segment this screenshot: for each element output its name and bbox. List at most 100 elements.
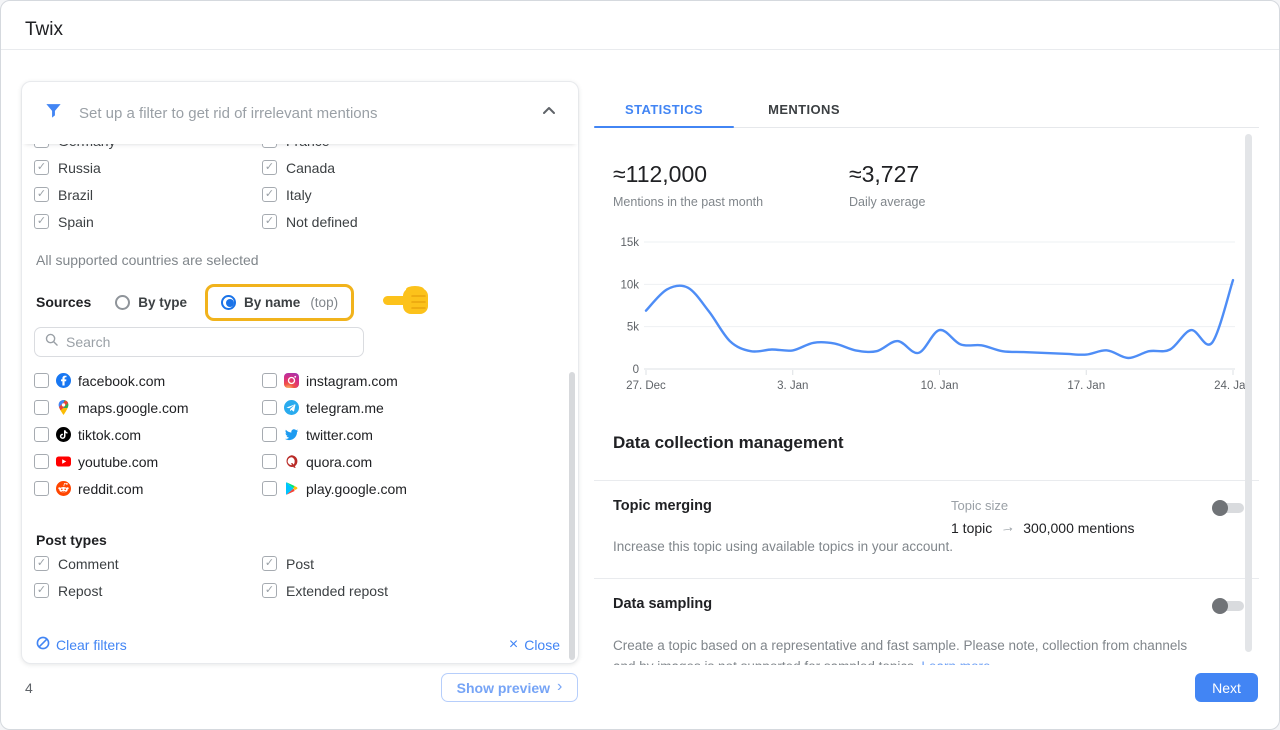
- post-type-checkbox-post[interactable]: ✓ Post: [262, 550, 566, 577]
- country-checkbox-brazil[interactable]: ✓ Brazil: [34, 181, 262, 208]
- source-checkbox-youtube-com[interactable]: ✓ youtube.com: [34, 448, 262, 475]
- sources-label: Sources: [36, 294, 91, 310]
- checkbox-empty-icon: ✓: [34, 400, 49, 415]
- data-sampling-title: Data sampling: [613, 596, 712, 612]
- pointing-hand-icon: [382, 283, 434, 322]
- topic-merging-section: Topic merging Topic size 1 topic → 300,0…: [594, 480, 1259, 578]
- country-checkbox-italy[interactable]: ✓ Italy: [262, 181, 566, 208]
- block-icon: [36, 636, 50, 653]
- right-panel-scrollbar[interactable]: [1245, 134, 1252, 652]
- post-type-checkbox-comment[interactable]: ✓ Comment: [34, 550, 262, 577]
- data-sampling-toggle[interactable]: [1212, 598, 1246, 614]
- source-checkbox-facebook-com[interactable]: ✓ facebook.com: [34, 367, 262, 394]
- svg-text:17. Jan: 17. Jan: [1067, 380, 1105, 392]
- checkbox-checked-icon: ✓: [34, 187, 49, 202]
- post-types-label: Post types: [36, 532, 566, 548]
- quora-icon: [284, 454, 299, 469]
- filter-scrollbar[interactable]: [569, 372, 575, 660]
- close-button[interactable]: × Close: [509, 637, 560, 653]
- data-sampling-description: Create a topic based on a representative…: [613, 635, 1203, 665]
- checkbox-checked-icon: ✓: [262, 556, 277, 571]
- filter-hint-text: Set up a filter to get rid of irrelevant…: [79, 105, 526, 122]
- checkbox-empty-icon: ✓: [262, 400, 277, 415]
- search-icon: [45, 333, 58, 351]
- header-divider: [1, 49, 1279, 50]
- checkbox-checked-icon: ✓: [262, 144, 277, 148]
- checkbox-empty-icon: ✓: [34, 427, 49, 442]
- source-checkbox-quora-com[interactable]: ✓ quora.com: [262, 448, 566, 475]
- source-checkbox-reddit-com[interactable]: ✓ reddit.com: [34, 475, 262, 502]
- topic-merging-toggle[interactable]: [1212, 500, 1246, 516]
- checkbox-checked-icon: ✓: [262, 160, 277, 175]
- clear-filters-button[interactable]: Clear filters: [36, 636, 127, 653]
- filter-actions: Clear filters × Close: [22, 636, 578, 653]
- instagram-icon: [284, 373, 299, 388]
- mentions-line-chart: 05k10k15k27. Dec3. Jan10. Jan17. Jan24. …: [601, 233, 1261, 403]
- topic-size-label: Topic size: [951, 498, 1008, 513]
- youtube-icon: [56, 454, 71, 469]
- twitter-icon: [284, 427, 299, 442]
- metric-daily-average: ≈3,727 Daily average: [849, 161, 925, 209]
- chevron-up-icon[interactable]: [542, 104, 556, 123]
- radio-unselected-icon: [115, 295, 130, 310]
- facebook-icon: [56, 373, 71, 388]
- filter-panel: Set up a filter to get rid of irrelevant…: [21, 81, 579, 664]
- source-checkbox-telegram-me[interactable]: ✓ telegram.me: [262, 394, 566, 421]
- source-checkbox-tiktok-com[interactable]: ✓ tiktok.com: [34, 421, 262, 448]
- svg-text:0: 0: [633, 364, 639, 376]
- step-indicator: 4: [25, 680, 33, 696]
- metric-mentions-month: ≈112,000 Mentions in the past month: [613, 161, 763, 209]
- radio-by-type[interactable]: By type: [115, 295, 187, 310]
- country-checkbox-france[interactable]: ✓ France: [262, 144, 566, 154]
- google-play-icon: [284, 481, 299, 496]
- source-checkbox-play-google-com[interactable]: ✓ play.google.com: [262, 475, 566, 502]
- data-collection-title: Data collection management: [613, 433, 844, 453]
- checkbox-checked-icon: ✓: [34, 160, 49, 175]
- learn-more-link[interactable]: Learn more: [921, 659, 990, 665]
- source-checkbox-maps-google-com[interactable]: ✓ maps.google.com: [34, 394, 262, 421]
- country-checkbox-germany[interactable]: ✓ Germany: [34, 144, 262, 154]
- checkbox-empty-icon: ✓: [262, 454, 277, 469]
- filter-body: ✓ Germany ✓ France ✓ Russia ✓ Canada ✓ B…: [22, 144, 578, 604]
- svg-text:3. Jan: 3. Jan: [777, 380, 808, 392]
- checkbox-empty-icon: ✓: [34, 481, 49, 496]
- svg-text:10. Jan: 10. Jan: [921, 380, 959, 392]
- data-sampling-section: Data sampling Create a topic based on a …: [594, 578, 1259, 664]
- source-checkbox-twitter-com[interactable]: ✓ twitter.com: [262, 421, 566, 448]
- countries-note: All supported countries are selected: [36, 252, 566, 268]
- by-name-highlight-box: By name (top): [205, 284, 354, 321]
- search-input[interactable]: [66, 334, 353, 350]
- tab-mentions[interactable]: MENTIONS: [734, 91, 874, 127]
- svg-text:10k: 10k: [620, 279, 639, 291]
- show-preview-button[interactable]: Show preview ›: [441, 673, 578, 702]
- svg-text:27. Dec: 27. Dec: [626, 380, 666, 392]
- arrow-right-icon: →: [999, 518, 1016, 537]
- checkbox-empty-icon: ✓: [262, 481, 277, 496]
- svg-text:15k: 15k: [620, 237, 639, 249]
- checkbox-checked-icon: ✓: [34, 556, 49, 571]
- checkbox-empty-icon: ✓: [34, 454, 49, 469]
- country-checkbox-not-defined[interactable]: ✓ Not defined: [262, 208, 566, 235]
- source-search: [34, 327, 364, 357]
- country-checkbox-spain[interactable]: ✓ Spain: [34, 208, 262, 235]
- checkbox-empty-icon: ✓: [34, 373, 49, 388]
- chevron-right-icon: ›: [557, 678, 562, 696]
- radio-selected-icon: [221, 295, 236, 310]
- next-button[interactable]: Next: [1195, 673, 1258, 702]
- source-checkbox-instagram-com[interactable]: ✓ instagram.com: [262, 367, 566, 394]
- checkbox-checked-icon: ✓: [34, 214, 49, 229]
- post-type-checkbox-extended-repost[interactable]: ✓ Extended repost: [262, 577, 566, 604]
- post-type-checkbox-repost[interactable]: ✓ Repost: [34, 577, 262, 604]
- active-tab-underline: [594, 126, 734, 128]
- telegram-icon: [284, 400, 299, 415]
- tab-statistics[interactable]: STATISTICS: [594, 91, 734, 127]
- funnel-icon: [44, 101, 63, 125]
- checkbox-checked-icon: ✓: [262, 214, 277, 229]
- sources-row: Sources By type By name (top): [36, 282, 566, 322]
- country-checkbox-russia[interactable]: ✓ Russia: [34, 154, 262, 181]
- filter-panel-header[interactable]: Set up a filter to get rid of irrelevant…: [22, 82, 578, 144]
- checkbox-empty-icon: ✓: [262, 427, 277, 442]
- country-checkbox-canada[interactable]: ✓ Canada: [262, 154, 566, 181]
- checkbox-checked-icon: ✓: [262, 583, 277, 598]
- radio-by-name[interactable]: By name (top): [221, 295, 338, 310]
